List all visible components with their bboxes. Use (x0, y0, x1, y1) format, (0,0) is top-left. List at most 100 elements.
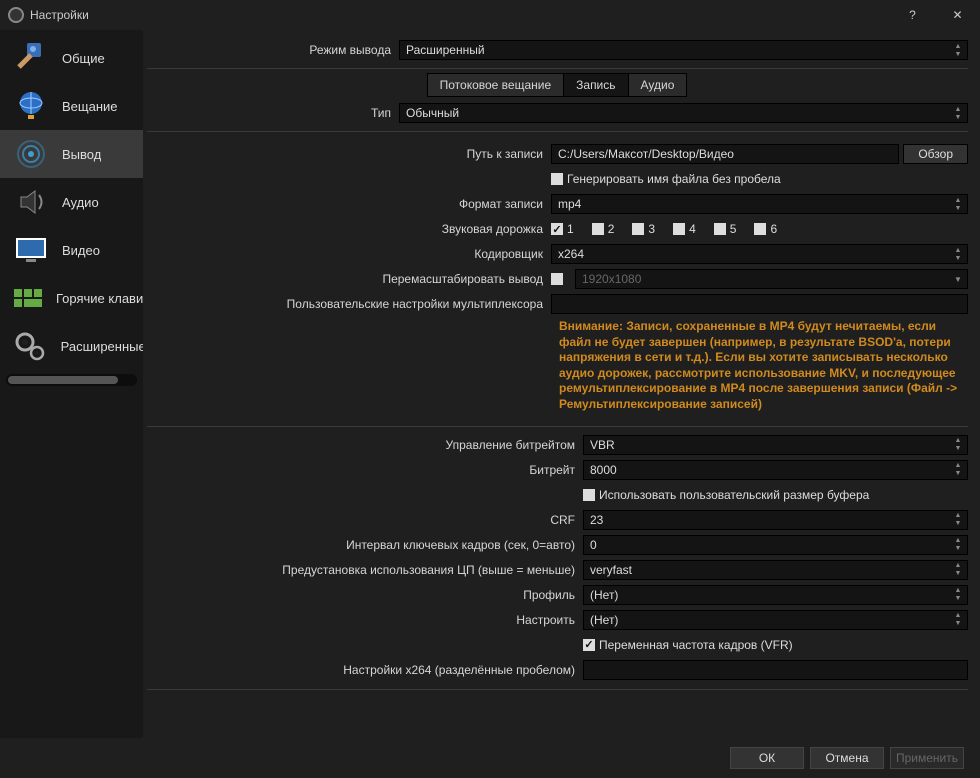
sidebar-item-output[interactable]: Вывод (0, 130, 143, 178)
format-combo[interactable]: mp4 ▲▼ (551, 194, 968, 214)
type-combo[interactable]: Обычный ▲▼ (399, 103, 968, 123)
profile-combo[interactable]: (Нет) ▲▼ (583, 585, 968, 605)
tab-streaming[interactable]: Потоковое вещание (427, 73, 565, 97)
encoder-settings-block: Управление битрейтом VBR ▲▼ Битрейт 8000… (147, 426, 968, 690)
checkbox-icon (551, 173, 563, 185)
path-input[interactable] (551, 144, 899, 164)
sub-tabs: Потоковое вещание Запись Аудио (147, 73, 968, 97)
mux-input[interactable] (551, 294, 968, 314)
app-icon (8, 7, 24, 23)
sidebar-item-label: Горячие клавиши (56, 291, 143, 306)
checkbox-icon (551, 273, 563, 285)
chevron-down-icon: ▼ (951, 270, 965, 288)
speaker-icon (10, 182, 52, 222)
combo-value: (Нет) (590, 588, 618, 602)
x264opts-label: Настройки x264 (разделённые пробелом) (147, 663, 583, 677)
help-button[interactable]: ? (890, 0, 935, 30)
bitrate-label: Битрейт (147, 463, 583, 477)
type-label: Тип (147, 106, 399, 120)
keyint-label: Интервал ключевых кадров (сек, 0=авто) (147, 538, 583, 552)
checkbox-icon (632, 223, 644, 235)
gears-icon (10, 326, 51, 366)
sidebar-item-label: Вывод (62, 147, 101, 162)
divider (147, 68, 968, 69)
sidebar-item-video[interactable]: Видео (0, 226, 143, 274)
encoder-combo[interactable]: x264 ▲▼ (551, 244, 968, 264)
wrench-icon (10, 38, 52, 78)
combo-value: Расширенный (406, 43, 485, 57)
combo-value: 8000 (590, 463, 617, 477)
monitor-icon (10, 230, 52, 270)
crf-label: CRF (147, 513, 583, 527)
preset-label: Предустановка использования ЦП (выше = м… (147, 563, 583, 577)
combo-value: Обычный (406, 106, 459, 120)
x264opts-input[interactable] (583, 660, 968, 680)
mp4-warning: Внимание: Записи, сохраненные в MP4 буду… (147, 317, 968, 426)
custom-buffer-checkbox[interactable]: Использовать пользовательский размер буф… (583, 488, 869, 502)
checkbox-icon (673, 223, 685, 235)
bitrate-input[interactable]: 8000 ▲▼ (583, 460, 968, 480)
cancel-button[interactable]: Отмена (810, 747, 884, 769)
titlebar: Настройки ? ✕ (0, 0, 980, 30)
sidebar-item-label: Расширенные (61, 339, 143, 354)
checkbox-label: Использовать пользовательский размер буф… (599, 488, 869, 502)
crf-input[interactable]: 23 ▲▼ (583, 510, 968, 530)
dialog-footer: ОК Отмена Применить (0, 738, 980, 778)
sidebar-scrollbar[interactable] (6, 374, 137, 386)
checkbox-icon (551, 223, 563, 235)
rate-control-combo[interactable]: VBR ▲▼ (583, 435, 968, 455)
tab-recording[interactable]: Запись (563, 73, 628, 97)
preset-combo[interactable]: veryfast ▲▼ (583, 560, 968, 580)
rescale-label: Перемасштабировать вывод (147, 272, 551, 286)
checkbox-icon (754, 223, 766, 235)
combo-value: VBR (590, 438, 615, 452)
checkbox-icon (592, 223, 604, 235)
apply-button[interactable]: Применить (890, 747, 964, 769)
content-panel: Режим вывода Расширенный ▲▼ Потоковое ве… (143, 30, 980, 738)
combo-value: x264 (558, 247, 584, 261)
rescale-combo: 1920x1080 ▼ (575, 269, 968, 289)
globe-icon (10, 86, 52, 126)
output-mode-combo[interactable]: Расширенный ▲▼ (399, 40, 968, 60)
sidebar-item-audio[interactable]: Аудио (0, 178, 143, 226)
browse-button[interactable]: Обзор (903, 144, 968, 164)
combo-value: 23 (590, 513, 603, 527)
format-label: Формат записи (147, 197, 551, 211)
checkbox-label: Переменная частота кадров (VFR) (599, 638, 793, 652)
track-4[interactable]: 4 (673, 222, 710, 236)
keyboard-icon (10, 278, 46, 318)
track-6[interactable]: 6 (754, 222, 791, 236)
track-checkboxes: 1 2 3 4 5 6 (551, 222, 968, 236)
window-title: Настройки (30, 8, 890, 22)
encoder-label: Кодировщик (147, 247, 551, 261)
close-button[interactable]: ✕ (935, 0, 980, 30)
sidebar-item-label: Общие (62, 51, 105, 66)
vfr-checkbox[interactable]: Переменная частота кадров (VFR) (583, 638, 793, 652)
combo-value: mp4 (558, 197, 581, 211)
sidebar-item-label: Аудио (62, 195, 99, 210)
sidebar-item-hotkeys[interactable]: Горячие клавиши (0, 274, 143, 322)
combo-value: 0 (590, 538, 597, 552)
sidebar-item-advanced[interactable]: Расширенные (0, 322, 143, 370)
sidebar: Общие Вещание Вывод Аудио Видео Горячие … (0, 30, 143, 738)
ok-button[interactable]: ОК (730, 747, 804, 769)
track-5[interactable]: 5 (714, 222, 751, 236)
no-space-checkbox[interactable]: Генерировать имя файла без пробела (551, 172, 781, 186)
sidebar-item-label: Видео (62, 243, 100, 258)
track-2[interactable]: 2 (592, 222, 629, 236)
sidebar-item-general[interactable]: Общие (0, 34, 143, 82)
rescale-checkbox[interactable] (551, 273, 567, 285)
sidebar-item-stream[interactable]: Вещание (0, 82, 143, 130)
combo-value: (Нет) (590, 613, 618, 627)
checkbox-icon (583, 489, 595, 501)
keyint-input[interactable]: 0 ▲▼ (583, 535, 968, 555)
profile-label: Профиль (147, 588, 583, 602)
track-1[interactable]: 1 (551, 222, 588, 236)
broadcast-icon (10, 134, 52, 174)
tab-audio[interactable]: Аудио (628, 73, 688, 97)
combo-value: veryfast (590, 563, 632, 577)
track-3[interactable]: 3 (632, 222, 669, 236)
tune-combo[interactable]: (Нет) ▲▼ (583, 610, 968, 630)
path-label: Путь к записи (147, 147, 551, 161)
combo-value: 1920x1080 (582, 272, 641, 286)
